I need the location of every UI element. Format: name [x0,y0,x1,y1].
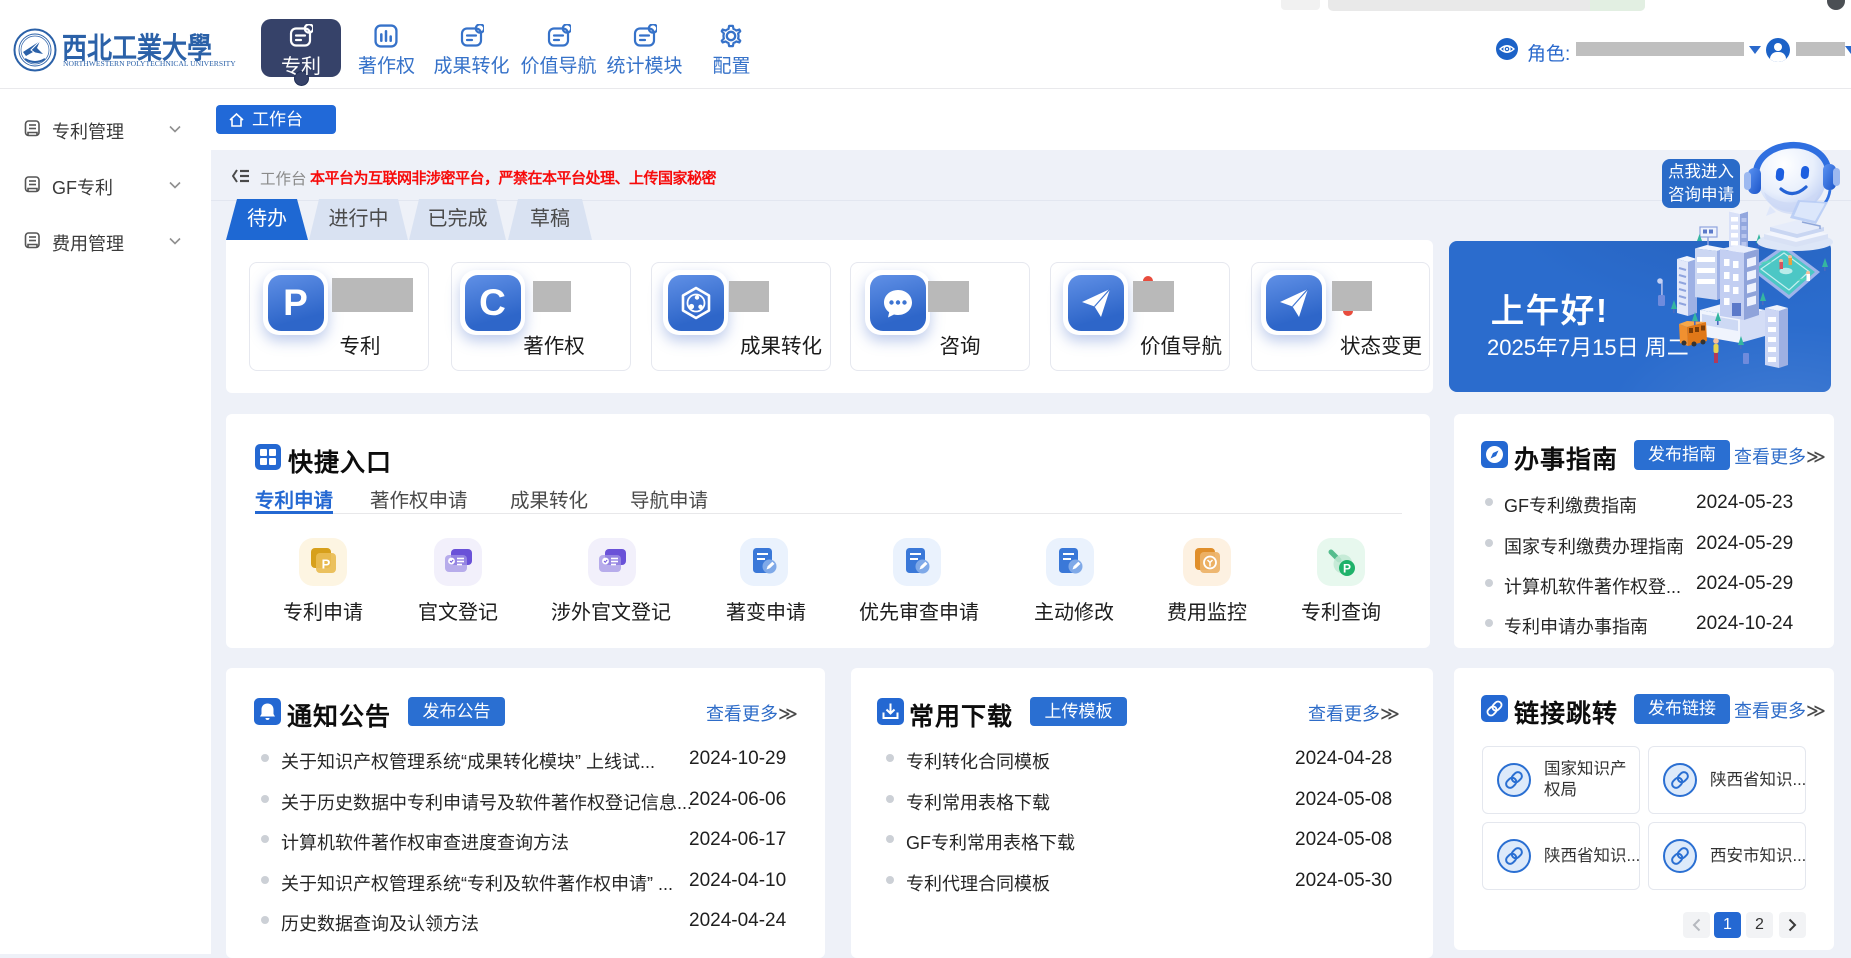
svg-text:P: P [322,557,331,572]
svg-text:P: P [1343,562,1351,576]
